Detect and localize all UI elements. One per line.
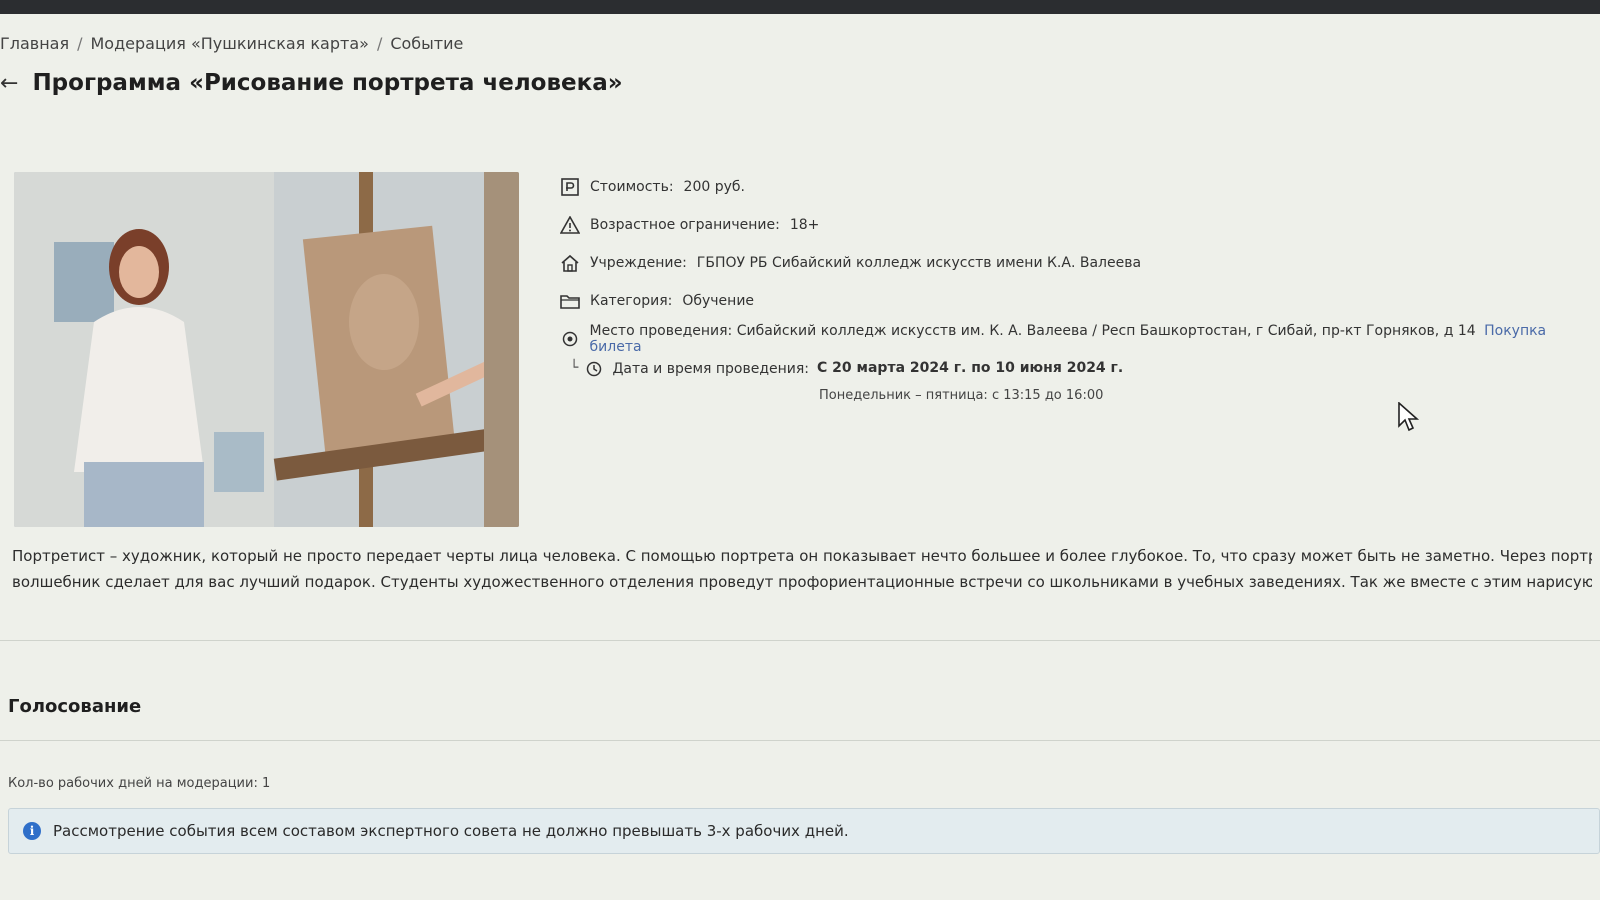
arrow-left-icon[interactable]: ← — [0, 71, 18, 96]
breadcrumb-separator: / — [376, 34, 383, 53]
home-icon — [560, 253, 580, 273]
breadcrumb: Главная / Модерация «Пушкинская карта» /… — [0, 34, 463, 53]
cost-value: 200 руб. — [683, 179, 745, 195]
institution-value: ГБПОУ РБ Сибайский колледж искусств имен… — [696, 255, 1142, 271]
voting-section-title: Голосование — [8, 696, 142, 717]
info-icon: i — [23, 822, 41, 840]
category-row: Категория: Обучение — [560, 282, 1580, 320]
folder-icon — [560, 291, 580, 311]
location-icon — [560, 329, 580, 349]
category-label: Категория: — [590, 293, 673, 309]
breadcrumb-moderation-link[interactable]: Модерация «Пушкинская карта» — [91, 34, 369, 53]
event-photo — [14, 172, 519, 527]
mouse-cursor-icon — [1398, 401, 1420, 436]
venue-label: Место проведения: — [589, 323, 733, 339]
datetime-label: Дата и время проведения: — [612, 361, 810, 377]
browser-top-bar — [0, 0, 1600, 14]
cost-row: Стоимость: 200 руб. — [560, 168, 1580, 206]
datetime-row: └ Дата и время проведения: С 20 марта 20… — [570, 360, 1580, 403]
datetime-values: С 20 марта 2024 г. по 10 июня 2024 г. По… — [817, 360, 1123, 403]
title-row: ← Программа «Рисование портрета человека… — [0, 70, 623, 96]
datetime-value: С 20 марта 2024 г. по 10 июня 2024 г. — [817, 360, 1124, 376]
institution-row: Учреждение: ГБПОУ РБ Сибайский колледж и… — [560, 244, 1580, 282]
description-line-2: волшебник сделает для вас лучший подарок… — [12, 573, 1592, 591]
age-value: 18+ — [789, 217, 820, 233]
event-description: Портретист – художник, который не просто… — [12, 543, 1592, 595]
age-label: Возрастное ограничение: — [590, 217, 780, 233]
breadcrumb-separator: / — [77, 34, 83, 53]
age-row: Возрастное ограничение: 18+ — [560, 206, 1580, 244]
section-divider — [0, 640, 1600, 641]
notice-text: Рассмотрение события всем составом экспе… — [53, 822, 849, 840]
category-value: Обучение — [682, 293, 755, 309]
event-photo-illustration — [14, 172, 519, 527]
warning-icon — [560, 215, 580, 235]
event-info: Стоимость: 200 руб. Возрастное ограничен… — [560, 168, 1580, 403]
venue-value: Сибайский колледж искусств им. К. А. Вал… — [736, 323, 1476, 339]
clock-icon — [586, 361, 604, 379]
voting-divider — [0, 740, 1600, 741]
venue-row: Место проведения: Сибайский колледж иску… — [560, 320, 1580, 358]
breadcrumb-current: Событие — [390, 34, 464, 53]
breadcrumb-home-link[interactable]: Главная — [0, 34, 69, 53]
datetime-schedule: Понедельник – пятница: с 13:15 до 16:00 — [819, 388, 1104, 403]
page-title: Программа «Рисование портрета человека» — [32, 70, 623, 96]
ruble-icon — [560, 177, 580, 197]
tree-corner-icon: └ — [570, 360, 579, 376]
institution-label: Учреждение: — [590, 255, 687, 271]
description-line-1: Портретист – художник, который не просто… — [12, 547, 1592, 565]
cost-label: Стоимость: — [590, 179, 674, 195]
moderation-days-text: Кол-во рабочих дней на модерации: 1 — [8, 776, 271, 791]
moderation-notice: i Рассмотрение события всем составом экс… — [8, 808, 1600, 854]
